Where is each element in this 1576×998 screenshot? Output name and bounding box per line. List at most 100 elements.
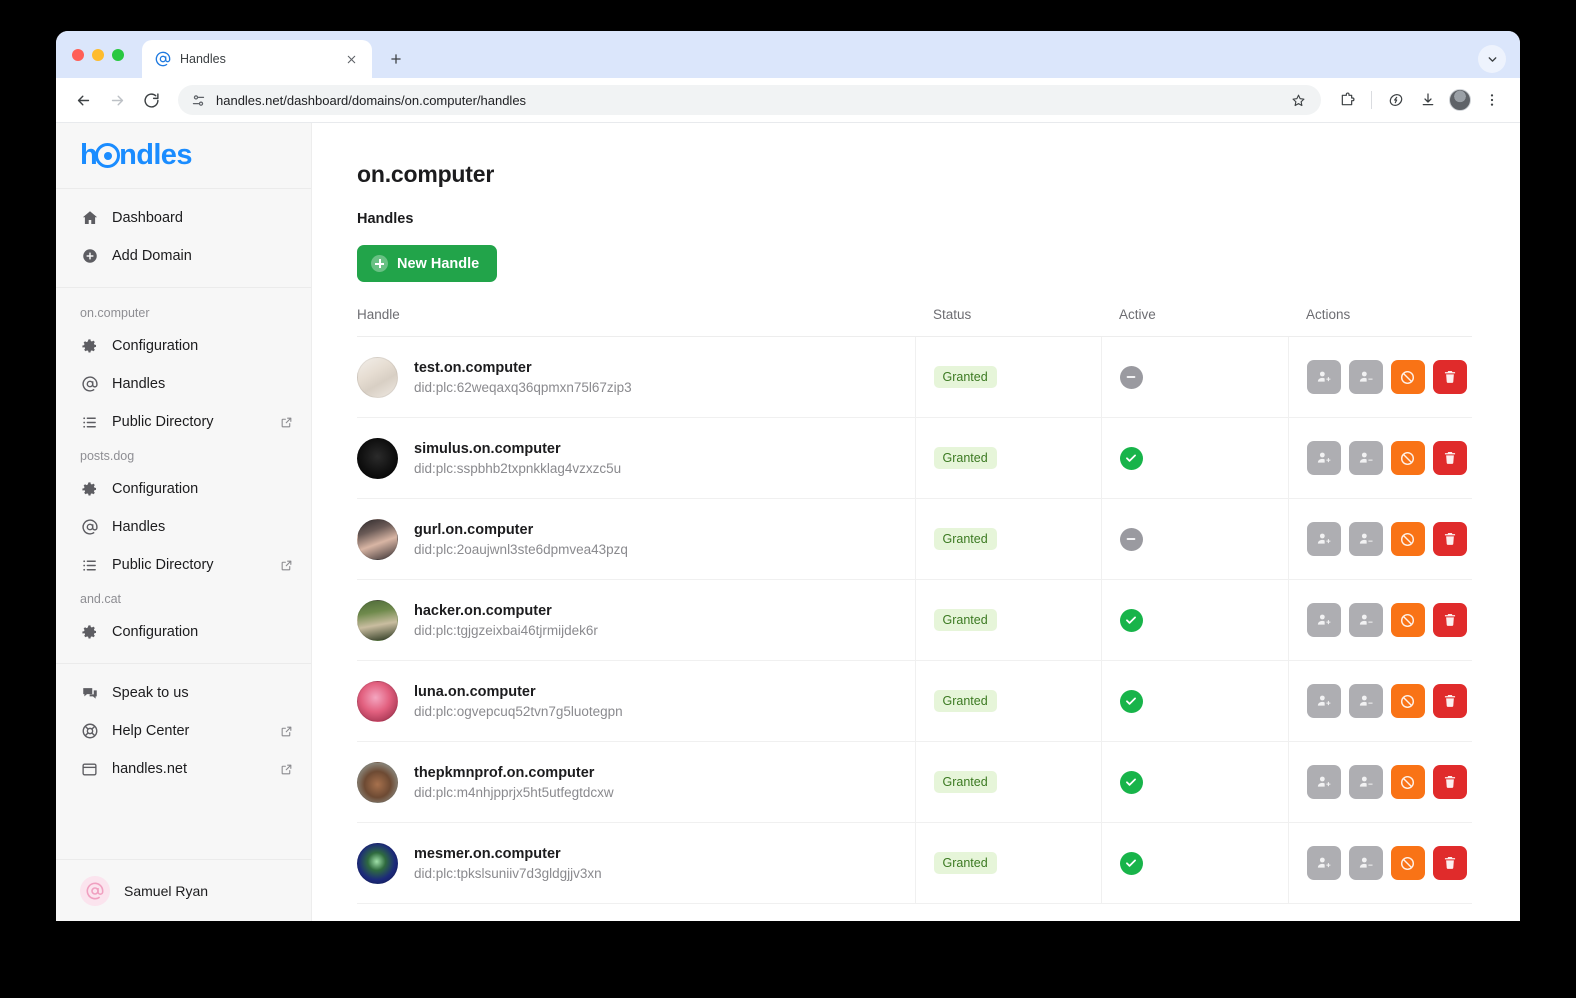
sidebar-user-profile[interactable]: Samuel Ryan xyxy=(56,859,311,921)
cell-handle: thepkmnprof.on.computer did:plc:m4nhjpprj… xyxy=(357,741,915,823)
sidebar-item-add-domain[interactable]: Add Domain xyxy=(56,237,311,275)
main-content: on.computer Handles New Handle Handle St… xyxy=(311,123,1520,921)
status-badge: Granted xyxy=(933,528,997,550)
forward-button[interactable] xyxy=(102,85,132,115)
cell-actions xyxy=(1287,660,1472,742)
sidebar-item-handles-net[interactable]: handles.net xyxy=(56,750,311,788)
trash-button[interactable] xyxy=(1432,684,1467,718)
ban-button[interactable] xyxy=(1390,684,1425,718)
table-row[interactable]: mesmer.on.computer did:plc:tpkslsuniiv7d3… xyxy=(357,822,1472,904)
ban-button[interactable] xyxy=(1390,441,1425,475)
cell-status: Granted xyxy=(914,417,1101,499)
leaf-icon[interactable] xyxy=(1382,86,1410,114)
cell-status: Granted xyxy=(914,660,1101,742)
sidebar-group-label: posts.dog xyxy=(80,449,135,463)
user-plus-button[interactable] xyxy=(1306,765,1341,799)
trash-button[interactable] xyxy=(1432,603,1467,637)
url-text[interactable]: handles.net/dashboard/domains/on.compute… xyxy=(216,93,1277,108)
close-icon[interactable] xyxy=(342,50,360,68)
kebab-menu-icon[interactable] xyxy=(1478,86,1506,114)
star-icon[interactable] xyxy=(1287,89,1309,111)
browser-tab[interactable]: Handles xyxy=(142,40,372,78)
action-buttons xyxy=(1306,522,1472,556)
user-plus-button[interactable] xyxy=(1306,684,1341,718)
status-badge: Granted xyxy=(933,852,997,874)
sidebar-item-on-computer-configuration[interactable]: Configuration xyxy=(56,327,311,365)
handles-logo: h ndles xyxy=(80,139,192,172)
cell-actions xyxy=(1287,417,1472,499)
chat-icon xyxy=(80,684,99,703)
download-icon[interactable] xyxy=(1414,86,1442,114)
ban-button[interactable] xyxy=(1390,522,1425,556)
sidebar-item-on-computer-handles[interactable]: Handles xyxy=(56,365,311,403)
cell-actions xyxy=(1287,498,1472,580)
sidebar-item-on-computer-public-directory[interactable]: Public Directory xyxy=(56,403,311,441)
table-row[interactable]: gurl.on.computer did:plc:2oaujwnl3ste6dpm… xyxy=(357,498,1472,580)
table-row[interactable]: test.on.computer did:plc:62weqaxq36qpmxn7… xyxy=(357,336,1472,418)
back-button[interactable] xyxy=(68,85,98,115)
table-row[interactable]: luna.on.computer did:plc:ogvepcuq52tvn7g5… xyxy=(357,660,1472,742)
ban-button[interactable] xyxy=(1390,360,1425,394)
handle-name: gurl.on.computer xyxy=(414,521,534,538)
trash-button[interactable] xyxy=(1432,765,1467,799)
new-handle-button-label: New Handle xyxy=(397,255,480,272)
cell-actions xyxy=(1287,336,1472,418)
sidebar-item-label: Public Directory xyxy=(112,414,214,430)
maximize-window-button[interactable] xyxy=(112,48,124,61)
sidebar-item-speak-to-us[interactable]: Speak to us xyxy=(56,674,311,712)
address-bar[interactable]: handles.net/dashboard/domains/on.compute… xyxy=(178,85,1321,115)
avatar[interactable] xyxy=(1449,89,1471,111)
trash-button[interactable] xyxy=(1432,846,1467,880)
user-minus-button[interactable] xyxy=(1348,765,1383,799)
sidebar-item-posts-dog-configuration[interactable]: Configuration xyxy=(56,470,311,508)
table-body: test.on.computer did:plc:62weqaxq36qpmxn7… xyxy=(357,336,1472,904)
page-settings-icon[interactable] xyxy=(190,92,206,108)
table-row[interactable]: hacker.on.computer did:plc:tgjgzeixbai46t… xyxy=(357,579,1472,661)
sidebar-item-dashboard[interactable]: Dashboard xyxy=(56,199,311,237)
external-link-icon xyxy=(279,762,293,776)
sidebar-item-posts-dog-public-directory[interactable]: Public Directory xyxy=(56,546,311,584)
status-badge: Granted xyxy=(933,609,997,631)
table-row[interactable]: thepkmnprof.on.computer did:plc:m4nhjpprj… xyxy=(357,741,1472,823)
user-plus-button[interactable] xyxy=(1306,522,1341,556)
user-minus-button[interactable] xyxy=(1348,522,1383,556)
handle-did: did:plc:62weqaxq36qpmxn75l67zip3 xyxy=(414,379,632,395)
user-minus-button[interactable] xyxy=(1348,441,1383,475)
trash-button[interactable] xyxy=(1432,522,1467,556)
reload-button[interactable] xyxy=(136,85,166,115)
user-plus-button[interactable] xyxy=(1306,846,1341,880)
sidebar-item-posts-dog-handles[interactable]: Handles xyxy=(56,508,311,546)
avatar xyxy=(80,875,110,906)
app-body: h ndles Dashboard Add Domain on.computer… xyxy=(56,123,1520,921)
external-link-icon xyxy=(279,415,293,429)
user-plus-button[interactable] xyxy=(1306,441,1341,475)
user-minus-button[interactable] xyxy=(1348,684,1383,718)
at-sign-icon xyxy=(80,375,99,394)
sidebar-item-and-cat-configuration[interactable]: Configuration xyxy=(56,613,311,651)
ban-button[interactable] xyxy=(1390,765,1425,799)
close-window-button[interactable] xyxy=(72,48,84,61)
trash-button[interactable] xyxy=(1432,441,1467,475)
plus-circle-icon xyxy=(80,247,99,266)
trash-button[interactable] xyxy=(1432,360,1467,394)
user-minus-button[interactable] xyxy=(1348,360,1383,394)
tab-search-button[interactable] xyxy=(1478,45,1506,73)
user-minus-button[interactable] xyxy=(1348,603,1383,637)
table-row[interactable]: simulus.on.computer did:plc:sspbhb2txpnkk… xyxy=(357,417,1472,499)
app-logo[interactable]: h ndles xyxy=(56,123,311,188)
sidebar-item-help-center[interactable]: Help Center xyxy=(56,712,311,750)
user-plus-button[interactable] xyxy=(1306,603,1341,637)
user-minus-button[interactable] xyxy=(1348,846,1383,880)
active-check-icon xyxy=(1119,770,1143,794)
table-header: Handle Status Active Actions xyxy=(357,307,1472,337)
ban-button[interactable] xyxy=(1390,846,1425,880)
new-tab-button[interactable] xyxy=(382,45,410,73)
new-handle-button[interactable]: New Handle xyxy=(357,245,498,282)
minimize-window-button[interactable] xyxy=(92,48,104,61)
ban-button[interactable] xyxy=(1390,603,1425,637)
column-header-handle: Handle xyxy=(357,307,915,337)
at-sign-icon xyxy=(154,51,171,68)
user-plus-button[interactable] xyxy=(1306,360,1341,394)
avatar xyxy=(357,680,398,722)
extensions-icon[interactable] xyxy=(1333,86,1361,114)
